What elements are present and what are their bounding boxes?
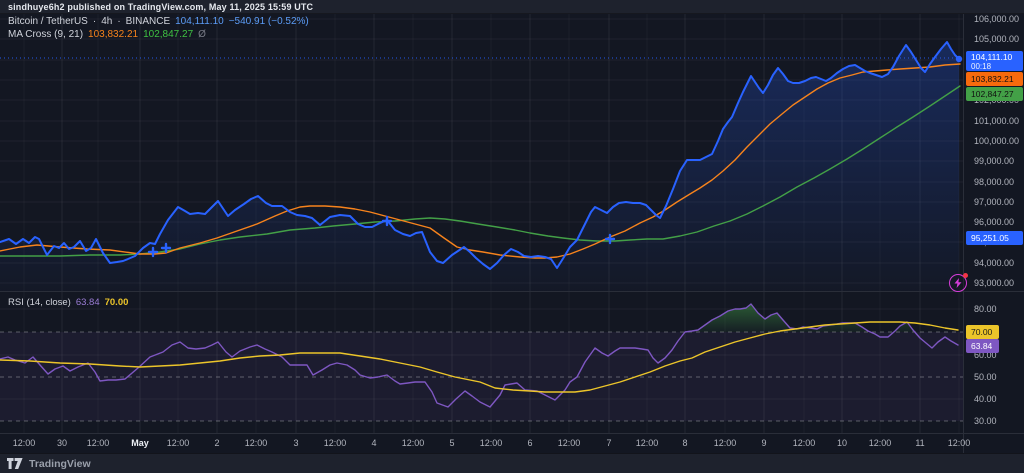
time-axis-tick: 12:00 [166, 438, 190, 448]
ma-slow-value: 102,847.27 [143, 29, 194, 40]
symbol-interval: 4h [101, 16, 113, 27]
rsi-axis-label: 40.00 [974, 394, 997, 404]
rsi-ma-value: 70.00 [104, 297, 129, 308]
chart-canvas[interactable] [0, 0, 1024, 473]
rsi-axis-badge: 70.00 [966, 325, 999, 339]
price-axis-badge: 102,847.27 [966, 87, 1023, 101]
ma-fast-value: 103,832.21 [88, 29, 139, 40]
price-axis-label: 101,000.00 [974, 116, 1020, 126]
time-axis-tick: 12:00 [86, 438, 110, 448]
rsi-legend[interactable]: RSI (14, close) 63.84 70.00 [8, 297, 128, 308]
time-axis-tick: 12:00 [12, 438, 36, 448]
last-price-value: 104,111.10 [175, 16, 224, 27]
time-axis-tick: 8 [682, 438, 688, 448]
symbol-exchange: BINANCE [125, 16, 171, 27]
time-axis-tick: 7 [606, 438, 612, 448]
boost-button[interactable] [949, 273, 968, 292]
time-axis-tick: 12:00 [868, 438, 892, 448]
rsi-axis-label: 30.00 [974, 416, 997, 426]
last-price-dot [955, 55, 963, 63]
time-axis-tick: 12:00 [557, 438, 581, 448]
separator-dot: · [117, 16, 121, 27]
price-axis-label: 97,000.00 [974, 197, 1015, 207]
ma-cross-title: MA Cross (9, 21) [8, 29, 84, 40]
bar-close-countdown: 00:18 [971, 62, 992, 71]
time-axis-tick: 10 [836, 438, 848, 448]
tradingview-brand[interactable]: TradingView [29, 458, 91, 470]
price-axis-badge: 103,832.21 [966, 72, 1023, 86]
time-axis-tick: 5 [449, 438, 455, 448]
lightning-icon [954, 278, 962, 288]
time-axis-tick: 12:00 [947, 438, 971, 448]
publish-info-bar: sindhuye6h2 published on TradingView.com… [0, 0, 1024, 14]
rsi-axis-label: 50.00 [974, 372, 997, 382]
price-axis-label: 93,000.00 [974, 278, 1015, 288]
time-axis-tick: 4 [371, 438, 377, 448]
footer-bar: TradingView [0, 453, 1024, 473]
time-axis-tick: 12:00 [244, 438, 268, 448]
time-axis-tick: 12:00 [479, 438, 503, 448]
time-axis-tick: 9 [761, 438, 767, 448]
rsi-value: 63.84 [75, 297, 100, 308]
time-axis-tick: 30 [56, 438, 68, 448]
hidden-values-icon: Ø [198, 29, 206, 40]
ma-cross-legend[interactable]: MA Cross (9, 21) 103,832.21 102,847.27 Ø [8, 29, 206, 40]
price-axis-label: 99,000.00 [974, 156, 1015, 166]
time-axis-tick: 12:00 [792, 438, 816, 448]
symbol-name: Bitcoin / TetherUS [8, 16, 88, 27]
time-axis-tick: 6 [527, 438, 533, 448]
notification-dot [963, 273, 968, 278]
price-axis-label: 100,000.00 [974, 136, 1020, 146]
time-axis-tick: 12:00 [323, 438, 347, 448]
rsi-title: RSI (14, close) [8, 297, 71, 308]
tradingview-published-chart: sindhuye6h2 published on TradingView.com… [0, 0, 1024, 473]
time-axis-tick: 12:00 [401, 438, 425, 448]
tradingview-logo-icon[interactable] [7, 458, 23, 469]
price-axis-badge: 95,251.05 [966, 231, 1023, 245]
time-axis-tick: 2 [214, 438, 220, 448]
time-axis-tick: May [131, 438, 149, 448]
time-axis-tick: 3 [293, 438, 299, 448]
time-axis-tick: 12:00 [635, 438, 659, 448]
separator-dot: · [92, 16, 97, 27]
rsi-axis-badge: 63.84 [966, 339, 999, 353]
price-change-value: −540.91 (−0.52%) [228, 16, 309, 27]
price-axis-label: 98,000.00 [974, 177, 1015, 187]
symbol-legend[interactable]: Bitcoin / TetherUS · 4h · BINANCE 104,11… [8, 16, 309, 27]
price-axis-badge: 104,111.10 00:18 [966, 51, 1023, 71]
time-axis-tick: 11 [915, 438, 925, 448]
price-axis-label: 96,000.00 [974, 217, 1015, 227]
price-axis-label: 94,000.00 [974, 258, 1015, 268]
price-axis-label: 105,000.00 [974, 34, 1020, 44]
time-axis-tick: 12:00 [713, 438, 737, 448]
rsi-axis-label: 80.00 [974, 304, 997, 314]
publish-info-text: sindhuye6h2 published on TradingView.com… [8, 2, 314, 12]
price-axis-label: 106,000.00 [974, 14, 1020, 24]
